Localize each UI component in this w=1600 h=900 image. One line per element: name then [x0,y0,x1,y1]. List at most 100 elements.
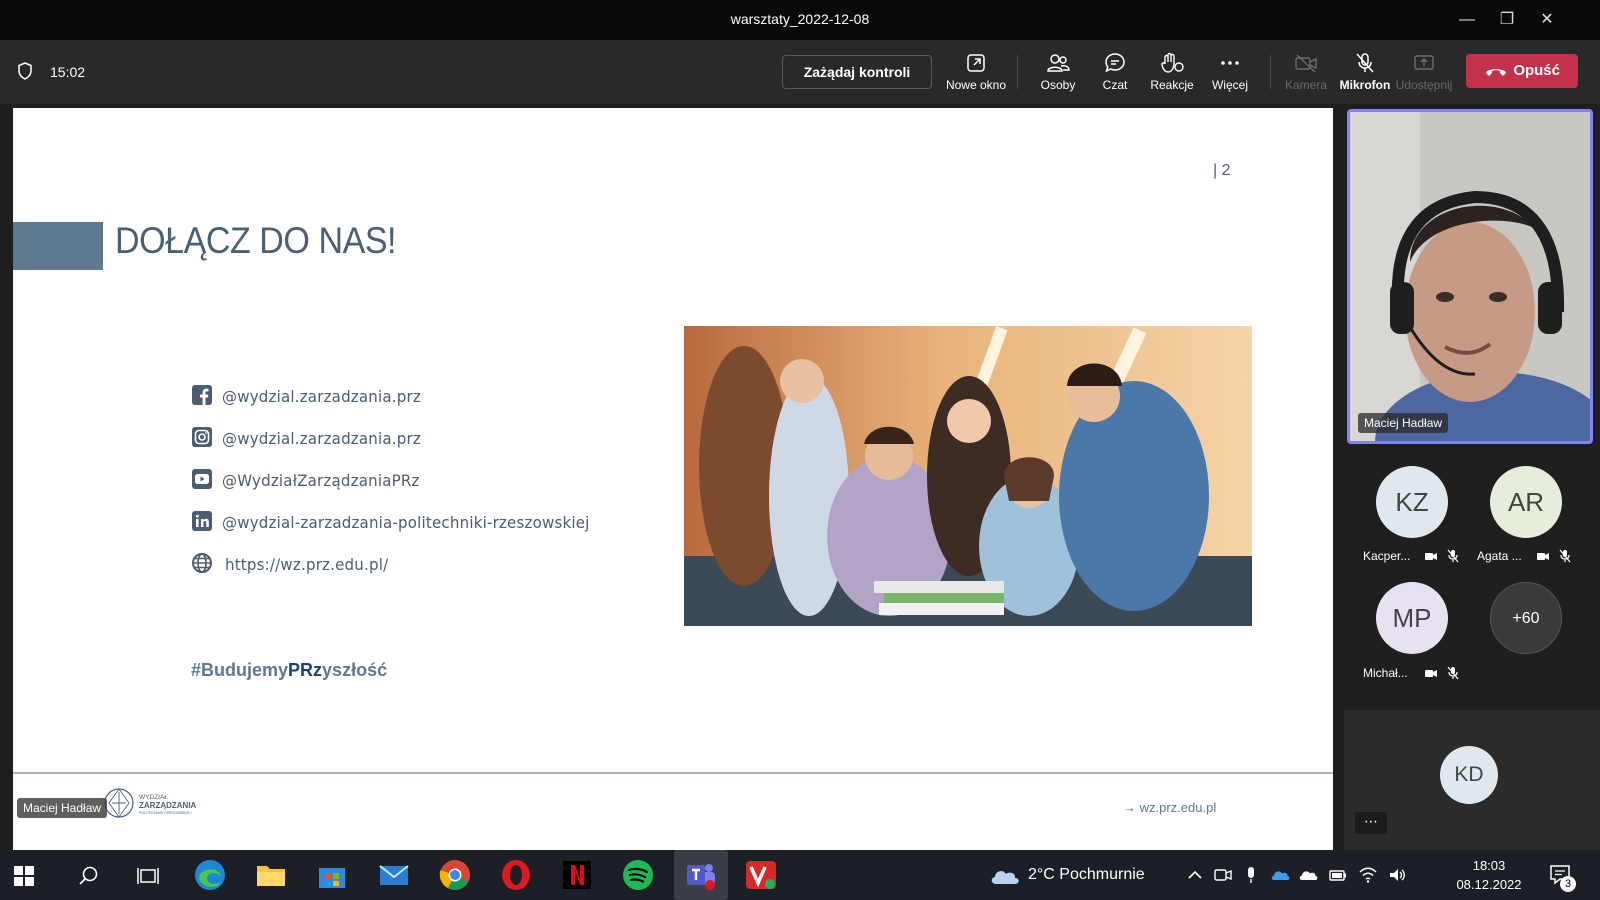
slide-page-number: | 2 [1213,162,1231,179]
title-accent-bar [13,222,103,270]
minimize-icon[interactable]: — [1455,8,1479,32]
shield-icon [18,62,32,80]
camera-button[interactable]: Kamera [1274,50,1338,100]
shared-content-stage: | 2 DOŁĄCZ DO NAS! @wydzial.zarzadzania.… [0,104,1344,850]
avatar-kz[interactable]: KZ [1376,466,1448,538]
meeting-timer: 15:02 [50,64,86,80]
presenter-name-tag: Maciej Hadław [17,798,108,818]
share-label: Udostępnij [1395,78,1453,92]
chat-button[interactable]: Czat [1083,50,1147,100]
faculty-logo: WYDZIAŁ ZARZĄDZANIA POLITECHNIKI RZESZOW… [104,788,197,818]
footer-website[interactable]: → wz.prz.edu.pl [1123,800,1216,815]
new-window-label: Nowe okno [945,78,1007,92]
camera-label: Kamera [1284,78,1328,92]
people-label: Osoby [1040,78,1076,92]
tile-options-button[interactable]: ⋯ [1355,812,1387,834]
more-button[interactable]: Więcej [1198,50,1262,100]
toolbar-divider [1017,55,1018,89]
chrome-icon[interactable] [438,858,472,892]
window-title: warsztaty_2022-12-08 [730,11,870,27]
avatar-mp[interactable]: MP [1376,582,1448,654]
phone-hangup-icon [1486,69,1506,76]
cloud-sync-icon[interactable] [1298,865,1318,885]
file-explorer-icon[interactable] [254,858,288,892]
notification-count-badge: 3 [1560,876,1576,892]
microphone-tray-icon[interactable] [1241,865,1261,885]
instagram-icon [192,427,212,447]
linkedin-icon [192,511,212,531]
chat-label: Czat [1102,78,1128,92]
slide-title: DOŁĄCZ DO NAS! [115,220,397,261]
store-icon[interactable] [315,858,349,892]
camera-off-icon [1425,670,1437,677]
mic-off-icon [1356,53,1374,73]
meeting-toolbar: 15:02 Zażądaj kontroli Nowe okno Osoby C… [0,40,1600,104]
teams-icon [687,864,715,890]
battery-icon[interactable] [1328,865,1348,885]
notifications-button[interactable]: 3 [1548,862,1576,892]
participant-name: Agata ... [1477,549,1522,563]
meet-now-icon[interactable] [1213,865,1233,885]
netflix-icon[interactable] [560,858,594,892]
participant-name: Michał... [1363,666,1408,680]
svg-text:ZARZĄDZANIA: ZARZĄDZANIA [139,801,197,810]
participant-video-name: Maciej Hadław [1358,413,1449,433]
students-photo [684,326,1252,626]
volume-icon[interactable] [1387,865,1407,885]
camera-off-icon [1295,54,1317,73]
new-window-button[interactable]: Nowe okno [944,50,1008,100]
wifi-icon[interactable] [1358,865,1378,885]
mic-off-icon [1559,549,1571,563]
task-view-icon[interactable] [137,865,159,887]
linkedin-handle: @wydzial-zarzadzania-politechniki-rzeszo… [222,513,590,532]
windows-start-icon[interactable] [13,865,35,887]
vivaldi-icon[interactable] [744,858,778,892]
toolbar-divider [1270,55,1271,89]
participant-video[interactable]: Maciej Hadław [1347,109,1593,444]
edge-icon[interactable] [193,858,227,892]
weather-widget[interactable]: 2°C Pochmurnie [1028,866,1145,884]
teams-taskbar-button[interactable] [674,850,728,900]
popout-icon [967,54,985,72]
restore-icon[interactable]: ❐ [1495,8,1519,32]
window-title-bar: warsztaty_2022-12-08 — ❐ ✕ [0,0,1600,40]
spotify-icon[interactable] [621,858,655,892]
more-participants-button[interactable]: +60 [1490,582,1562,654]
leave-button[interactable]: Opuść [1466,54,1578,88]
windows-taskbar: 2°C Pochmurnie 18:03 08.12.2022 3 [0,850,1600,900]
share-tray-icon [1414,55,1434,70]
reactions-label: Reakcje [1150,78,1194,92]
mail-icon[interactable] [377,858,411,892]
chevron-up-icon[interactable] [1185,865,1205,885]
more-icon [1221,61,1239,65]
more-label: Więcej [1211,78,1248,92]
facebook-handle: @wydzial.zarzadzania.prz [222,387,421,406]
chat-icon [1105,53,1125,73]
hashtag-highlight: PRz [288,660,323,680]
avatar-kd: KD [1440,746,1498,804]
request-control-button[interactable]: Zażądaj kontroli [782,55,932,89]
youtube-handle: @WydziałZarządzaniaPRz [222,471,420,490]
people-icon [1047,54,1070,72]
globe-icon [192,553,212,573]
hashtag: #BudujemyPRzyszłość [191,660,387,681]
share-button[interactable]: Udostępnij [1392,50,1456,100]
svg-text:POLITECHNIKI RZESZOWSKIEJ: POLITECHNIKI RZESZOWSKIEJ [139,811,192,815]
footer-divider [13,772,1333,774]
cloud-weather-icon [991,871,1019,884]
taskbar-clock[interactable]: 18:03 08.12.2022 [1448,856,1530,894]
website-url: https://wz.prz.edu.pl/ [225,555,389,574]
mic-off-icon [1447,666,1459,680]
search-icon[interactable] [78,865,100,887]
onedrive-icon[interactable] [1270,865,1290,885]
hashtag-pre: #Budujemy [191,660,289,680]
close-icon[interactable]: ✕ [1535,8,1559,32]
opera-icon[interactable] [499,858,533,892]
mic-button[interactable]: Mikrofon [1333,50,1397,100]
instagram-handle: @wydzial.zarzadzania.prz [222,429,421,448]
facebook-icon [192,385,212,405]
avatar-ar[interactable]: AR [1490,466,1562,538]
presentation-slide: | 2 DOŁĄCZ DO NAS! @wydzial.zarzadzania.… [13,108,1333,850]
people-button[interactable]: Osoby [1026,50,1090,100]
reactions-button[interactable]: Reakcje [1140,50,1204,100]
